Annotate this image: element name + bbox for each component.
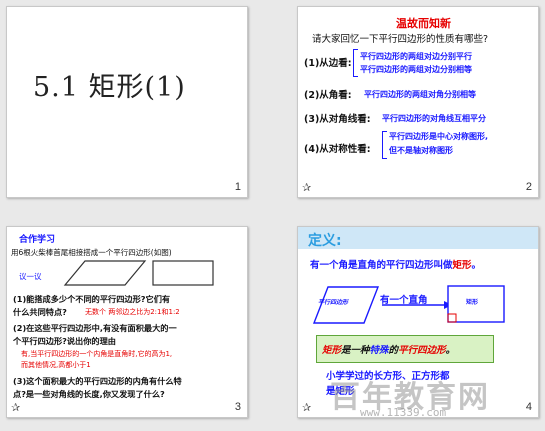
slide-transition-icon: ✰ [302, 401, 312, 414]
edge-property-1: 平行四边形的两组对边分别平行 [360, 52, 472, 61]
slide-heading: 温故而知新 [396, 17, 451, 30]
symmetry-brace [382, 131, 387, 159]
slide-number: 2 [525, 181, 532, 193]
special-is: 是一种 [341, 345, 370, 356]
answer-2-cont: 而其他情况,高都小于1 [21, 361, 91, 369]
answer-2: 有,当平行四边形的一个内角是直角时,它的高为1, [21, 350, 173, 358]
answer-1: 无数个 两邻边之比为2:1和1:2 [85, 308, 180, 316]
slide-number: 3 [234, 401, 241, 413]
slide-heading: 定义: [308, 233, 342, 249]
question-1: (1)能搭成多少个不同的平行四边形?它们有 [13, 294, 171, 304]
special-of: 的 [388, 345, 399, 356]
slide-transition-icon: ✰ [11, 401, 21, 414]
slide-number: 4 [525, 401, 532, 413]
special-word: 特殊 [369, 345, 389, 356]
diagonal-label: (3)从对角线看: [304, 114, 371, 125]
slide-thumbnail-1[interactable]: 5.1 矩形(1) 1 [6, 6, 248, 198]
discuss-label: 议一议 [19, 272, 42, 281]
question-text: 请大家回忆一下平行四边形的性质有哪些? [312, 34, 489, 45]
definition-key: 矩形 [452, 260, 472, 271]
slide-heading: 合作学习 [19, 235, 56, 245]
edge-label: (1)从边看: [304, 58, 352, 69]
symmetry-property-1: 平行四边形是中心对称图形, [389, 132, 489, 141]
edge-brace [353, 49, 358, 77]
question-3-cont: 点?是一些对角线的长度,你又发现了什么? [13, 389, 165, 399]
diagonal-property: 平行四边形的对角线互相平分 [382, 114, 486, 123]
parallelogram-label: 平行四边形 [318, 299, 349, 306]
question-2-cont: 个平行四边形?说出你的理由 [13, 336, 116, 346]
rectangle-figure [152, 260, 214, 286]
question-2: (2)在这些平行四边形中,有没有面积最大的一 [13, 323, 177, 333]
parallelogram-figure [63, 260, 147, 286]
definition-diagram [312, 285, 505, 324]
slide-transition-icon: ✰ [302, 181, 312, 194]
special-para: 平行四边形 [398, 345, 446, 356]
match-figures [63, 260, 214, 286]
symmetry-label: (4)从对称性看: [304, 144, 371, 155]
rectangle-label: 矩形 [466, 299, 479, 306]
question-1-cont: 什么共同特点? [13, 307, 67, 317]
special-end: 。 [445, 345, 456, 356]
definition-end: 。 [471, 260, 482, 271]
angle-property: 平行四边形的两组对角分别相等 [364, 90, 476, 99]
definition-text: 有一个角是直角的平行四边形叫做 [310, 260, 453, 271]
angle-label: (2)从角看: [304, 90, 352, 101]
special-rect: 矩形 [322, 345, 342, 356]
slide-thumbnail-3[interactable]: 合作学习 用6根火柴棒首尾相接搭成一个平行四边形(如图) 议一议 (1)能搭成多… [6, 226, 248, 418]
slide-title: 5.1 矩形(1) [33, 72, 186, 103]
arrow-label: 有一个直角 [380, 295, 428, 306]
question-3: (3)这个面积最大的平行四边形的内角有什么特 [13, 376, 182, 386]
watermark-url: www.11339.com [360, 406, 447, 419]
edge-property-2: 平行四边形的两组对边分别相等 [360, 65, 472, 74]
symmetry-property-2: 但不是轴对称图形 [389, 146, 453, 155]
slide-number: 1 [234, 181, 241, 193]
slide-thumbnail-2[interactable]: 温故而知新 请大家回忆一下平行四边形的性质有哪些? (1)从边看: 平行四边形的… [297, 6, 539, 198]
